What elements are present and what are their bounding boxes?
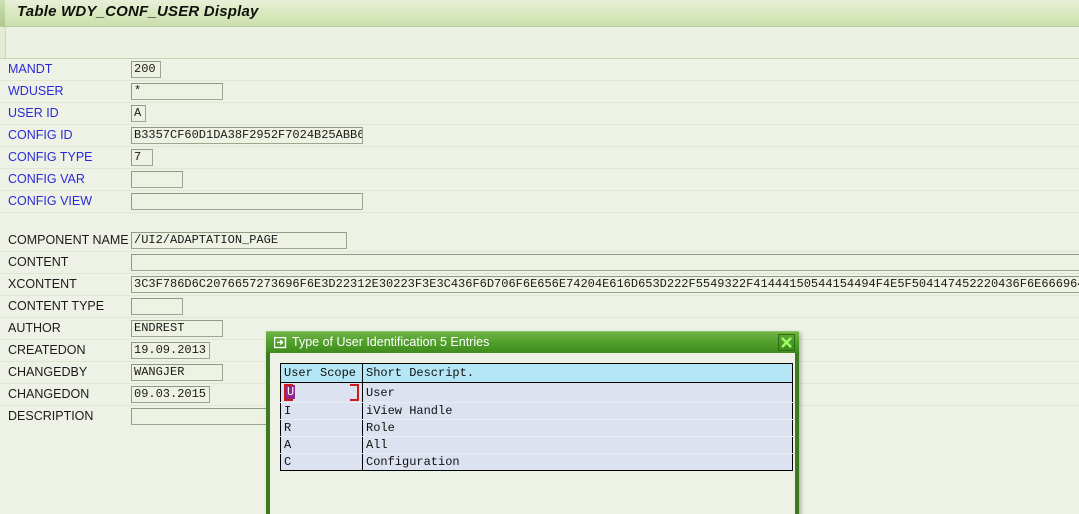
form-row: CONFIG TYPE 7 bbox=[0, 147, 1079, 169]
value-help-table: User Scope Short Descript. U User IiView H… bbox=[280, 363, 793, 471]
column-header-short-descript[interactable]: Short Descript. bbox=[362, 363, 793, 383]
field-input-content-type[interactable] bbox=[131, 298, 183, 315]
cell-short-description[interactable]: All bbox=[362, 436, 793, 454]
cell-short-description[interactable]: Configuration bbox=[362, 453, 793, 471]
field-input-wduser[interactable]: * bbox=[131, 83, 223, 100]
column-header-user-scope[interactable]: User Scope bbox=[280, 363, 363, 383]
field-input-config-var[interactable] bbox=[131, 171, 183, 188]
cell-short-description[interactable]: Role bbox=[362, 419, 793, 437]
selection-bracket-br bbox=[350, 392, 359, 401]
sap-table-display-window: Table WDY_CONF_USER Display MANDT 200 WDUS… bbox=[0, 0, 1079, 514]
cell-user-scope[interactable]: C bbox=[280, 453, 363, 471]
field-input-content[interactable] bbox=[131, 254, 1079, 271]
field-label-config-type[interactable]: CONFIG TYPE bbox=[8, 150, 93, 164]
dialog-window-icon bbox=[273, 336, 287, 349]
form-row: USER ID A bbox=[0, 103, 1079, 125]
cell-user-scope[interactable]: A bbox=[280, 436, 363, 454]
form-section-gap bbox=[0, 213, 1079, 230]
field-label-xcontent: XCONTENT bbox=[8, 277, 77, 291]
field-label-changedby: CHANGEDBY bbox=[8, 365, 88, 379]
field-input-config-view[interactable] bbox=[131, 193, 363, 210]
dialog-title: Type of User Identification 5 Entries bbox=[292, 335, 490, 349]
cell-user-scope[interactable]: R bbox=[280, 419, 363, 437]
field-label-user-id[interactable]: USER ID bbox=[8, 106, 59, 120]
table-row[interactable]: C Configuration bbox=[280, 453, 793, 471]
field-input-xcontent[interactable]: 3C3F786D6C2076657273696F6E3D22312E30223F… bbox=[131, 276, 1079, 293]
field-label-author: AUTHOR bbox=[8, 321, 61, 335]
cell-short-description[interactable]: iView Handle bbox=[362, 402, 793, 420]
field-input-author[interactable]: ENDREST bbox=[131, 320, 223, 337]
field-label-config-view[interactable]: CONFIG VIEW bbox=[8, 194, 92, 208]
table-row[interactable]: U User bbox=[280, 382, 793, 403]
field-label-createdon: CREATEDON bbox=[8, 343, 86, 357]
field-input-mandt[interactable]: 200 bbox=[131, 61, 161, 78]
field-input-config-id[interactable]: B3357CF60D1DA38F2952F7024B25ABB6 bbox=[131, 127, 363, 144]
field-input-createdon[interactable]: 19.09.2013 bbox=[131, 342, 210, 359]
field-label-content-type: CONTENT TYPE bbox=[8, 299, 105, 313]
form-row: CONTENT bbox=[0, 252, 1079, 274]
table-row[interactable]: IiView Handle bbox=[280, 402, 793, 420]
field-label-component-name: COMPONENT NAME bbox=[8, 233, 129, 247]
field-label-wduser[interactable]: WDUSER bbox=[8, 84, 64, 98]
window-title-bar: Table WDY_CONF_USER Display bbox=[0, 0, 1079, 27]
toolbar-accent-strip bbox=[0, 27, 6, 58]
form-row: CONTENT TYPE bbox=[0, 296, 1079, 318]
field-input-config-type[interactable]: 7 bbox=[131, 149, 153, 166]
field-input-changedby[interactable]: WANGJER bbox=[131, 364, 223, 381]
form-row: MANDT 200 bbox=[0, 59, 1079, 81]
selection-bracket-bl bbox=[284, 392, 293, 401]
field-label-config-id[interactable]: CONFIG ID bbox=[8, 128, 73, 142]
selected-cell-wrapper: U bbox=[284, 384, 359, 401]
field-label-config-var[interactable]: CONFIG VAR bbox=[8, 172, 85, 186]
field-label-mandt[interactable]: MANDT bbox=[8, 62, 52, 76]
field-label-content: CONTENT bbox=[8, 255, 69, 269]
field-input-component-name[interactable]: /UI2/ADAPTATION_PAGE bbox=[131, 232, 347, 249]
title-accent-strip bbox=[0, 0, 5, 26]
page-title: Table WDY_CONF_USER Display bbox=[17, 3, 259, 20]
cell-short-description[interactable]: User bbox=[362, 382, 793, 403]
dialog-title-bar[interactable]: Type of User Identification 5 Entries bbox=[266, 331, 799, 353]
field-input-user-id[interactable]: A bbox=[131, 105, 146, 122]
form-row: CONFIG VAR bbox=[0, 169, 1079, 191]
close-icon[interactable] bbox=[778, 334, 795, 351]
field-label-changedon: CHANGEDON bbox=[8, 387, 90, 401]
table-header-row: User Scope Short Descript. bbox=[280, 363, 793, 383]
field-input-description[interactable] bbox=[131, 408, 281, 425]
form-row: COMPONENT NAME/UI2/ADAPTATION_PAGE bbox=[0, 230, 1079, 252]
field-input-changedon[interactable]: 09.03.2015 bbox=[131, 386, 210, 403]
toolbar-area bbox=[0, 27, 1079, 59]
form-row: XCONTENT 3C3F786D6C2076657273696F6E3D2231… bbox=[0, 274, 1079, 296]
field-label-description: DESCRIPTION bbox=[8, 409, 94, 423]
table-row[interactable]: R Role bbox=[280, 419, 793, 437]
value-help-dialog: Type of User Identification 5 Entries Us… bbox=[266, 331, 799, 514]
form-row: CONFIG ID B3357CF60D1DA38F2952F7024B25ABB… bbox=[0, 125, 1079, 147]
table-row[interactable]: A All bbox=[280, 436, 793, 454]
form-row: WDUSER * bbox=[0, 81, 1079, 103]
cell-user-scope[interactable]: I bbox=[280, 402, 363, 420]
cell-user-scope[interactable]: U bbox=[280, 382, 363, 403]
dialog-body: User Scope Short Descript. U User IiView H… bbox=[270, 353, 795, 471]
form-row: CONFIG VIEW bbox=[0, 191, 1079, 213]
